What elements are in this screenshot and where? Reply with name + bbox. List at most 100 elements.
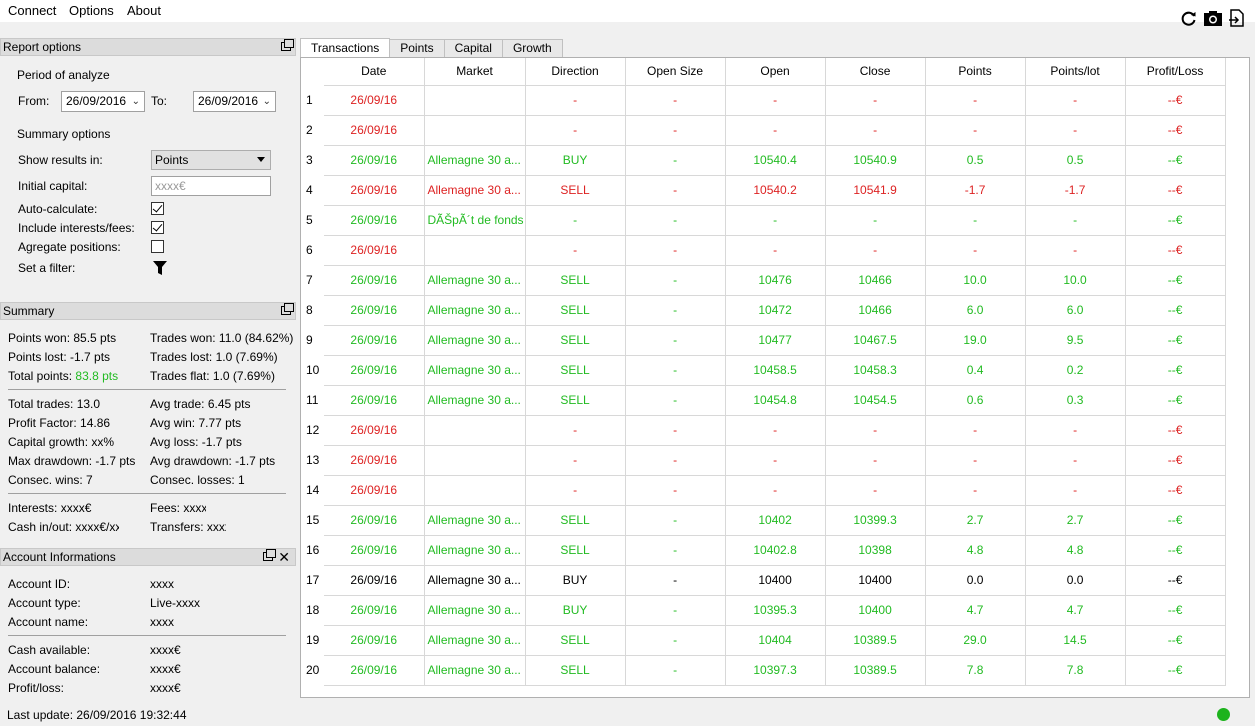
divider <box>8 389 286 390</box>
table-cell: 0.6 <box>925 385 1026 416</box>
cash-available-value: xxxx€ <box>150 643 181 657</box>
column-header[interactable]: Market <box>424 58 526 86</box>
table-cell: - <box>625 655 726 686</box>
menu-options[interactable]: Options <box>69 3 114 18</box>
table-row[interactable]: 26/09/16 Allemagne 30 a... SELL -10540.2 105… <box>324 175 1226 206</box>
table-cell: - <box>825 115 926 146</box>
menu-about[interactable]: About <box>127 3 161 18</box>
table-cell: SELL <box>525 355 626 386</box>
table-cell: - <box>925 85 1026 116</box>
column-header[interactable]: Open Size <box>625 58 726 86</box>
menu-connect[interactable]: Connect <box>8 3 56 18</box>
summary-options-label: Summary options <box>17 127 111 141</box>
float-icon[interactable] <box>281 303 294 315</box>
table-row[interactable]: 26/09/16 Allemagne 30 a... SELL -10402 10399… <box>324 505 1226 536</box>
table-cell: 10540.9 <box>825 145 926 176</box>
row-number-column: 1 2 3 4 5 6 7 8 9 10 11 12 13 14 15 16 17 18 19 20 <box>301 58 325 697</box>
table-row[interactable]: 26/09/16 Allemagne 30 a... SELL -10472 10466… <box>324 295 1226 326</box>
table-cell: - <box>925 235 1026 266</box>
dropdown-arrow-icon <box>257 157 265 162</box>
table-cell: 10477 <box>725 325 826 356</box>
column-header[interactable]: Date <box>324 58 425 86</box>
table-row[interactable]: 26/09/16 DÃŠpÃ´t de fonds - - - - - - --€ <box>324 205 1226 236</box>
float-icon[interactable] <box>263 549 276 561</box>
row-number: 12 <box>306 423 320 437</box>
table-row[interactable]: 26/09/16- - - - - - --€ <box>324 235 1226 266</box>
table-cell: 26/09/16 <box>324 325 425 356</box>
from-date-input[interactable]: 26/09/2016 ⌄ <box>61 91 145 112</box>
table-row[interactable]: 26/09/16- - - - - - --€ <box>324 445 1226 476</box>
table-row[interactable]: 26/09/16 Allemagne 30 a... BUY -10395.3 1040… <box>324 595 1226 626</box>
auto-calc-checkbox[interactable] <box>151 202 164 215</box>
tab-growth[interactable]: Growth <box>501 39 563 58</box>
column-header[interactable]: Close <box>825 58 926 86</box>
aggregate-checkbox[interactable] <box>151 240 164 253</box>
table-cell: --€ <box>1125 205 1226 236</box>
table-row[interactable]: 26/09/16 Allemagne 30 a... SELL -10402.8 103… <box>324 535 1226 566</box>
table-row[interactable]: 26/09/16- - - - - - --€ <box>324 475 1226 506</box>
table-cell: Allemagne 30 a... <box>424 595 526 626</box>
table-cell: 10395.3 <box>725 595 826 626</box>
include-fees-checkbox[interactable] <box>151 221 164 234</box>
table-cell <box>424 475 526 506</box>
table-cell: BUY <box>525 595 626 626</box>
table-row[interactable]: 26/09/16- - - - - - --€ <box>324 415 1226 446</box>
table-cell: DÃŠpÃ´t de fonds <box>424 205 526 236</box>
refresh-icon[interactable] <box>1179 8 1199 28</box>
table-cell: Allemagne 30 a... <box>424 385 526 416</box>
to-date-input[interactable]: 26/09/2016 ⌄ <box>193 91 276 112</box>
show-results-select[interactable]: Points <box>151 150 271 170</box>
close-icon[interactable]: ✕ <box>278 549 290 565</box>
table-row[interactable]: 26/09/16 Allemagne 30 a... SELL -10458.5 104… <box>324 355 1226 386</box>
table-row[interactable]: 26/09/16 Allemagne 30 a... BUY -10400 10400 0… <box>324 565 1226 596</box>
avg-drawdown: Avg drawdown: -1.7 pts <box>150 454 276 468</box>
table-cell: --€ <box>1125 85 1226 116</box>
table-cell: -1.7 <box>1025 175 1126 206</box>
tab-capital[interactable]: Capital <box>443 39 503 58</box>
table-row[interactable]: 26/09/16 Allemagne 30 a... SELL -10404 10389… <box>324 625 1226 656</box>
tab-transactions[interactable]: Transactions <box>300 38 391 58</box>
row-number: 15 <box>306 513 320 527</box>
table-cell: - <box>825 205 926 236</box>
column-header[interactable]: Open <box>725 58 826 86</box>
profit-loss-value: xxxx€ <box>150 681 181 695</box>
table-row[interactable]: 26/09/16 Allemagne 30 a... BUY -10540.4 1054… <box>324 145 1226 176</box>
table-cell: 9.5 <box>1025 325 1126 356</box>
avg-win: Avg win: 7.77 pts <box>150 416 242 430</box>
transfers: Transfers: xxxx€ <box>150 520 226 534</box>
float-icon[interactable] <box>281 39 294 51</box>
table-cell: - <box>1025 115 1126 146</box>
column-header[interactable]: Direction <box>525 58 626 86</box>
filter-icon[interactable] <box>152 260 168 279</box>
table-cell: - <box>625 295 726 326</box>
tab-points[interactable]: Points <box>389 39 445 58</box>
trades-won: Trades won: 11.0 (84.62%) <box>150 331 294 345</box>
table-cell: - <box>625 565 726 596</box>
row-number: 17 <box>306 573 320 587</box>
table-row[interactable]: 26/09/16 Allemagne 30 a... SELL -10476 10466… <box>324 265 1226 296</box>
initial-capital-input[interactable]: xxxx€ <box>151 176 271 196</box>
camera-icon[interactable] <box>1203 8 1223 28</box>
table-cell: 26/09/16 <box>324 535 425 566</box>
consec-wins: Consec. wins: 7 <box>8 473 93 487</box>
column-header[interactable]: Points/lot <box>1025 58 1126 86</box>
table-cell: 10467.5 <box>825 325 926 356</box>
table-row[interactable]: 26/09/16 Allemagne 30 a... SELL -10397.3 103… <box>324 655 1226 686</box>
table-row[interactable]: 26/09/16- - - - - - --€ <box>324 115 1226 146</box>
table-row[interactable]: 26/09/16 Allemagne 30 a... SELL -10477 10467… <box>324 325 1226 356</box>
column-header[interactable]: Profit/Loss <box>1125 58 1226 86</box>
column-header[interactable]: Points <box>925 58 1026 86</box>
table-cell: SELL <box>525 505 626 536</box>
summary-title: Summary <box>0 302 296 320</box>
table-row[interactable]: 26/09/16 Allemagne 30 a... SELL -10454.8 104… <box>324 385 1226 416</box>
max-drawdown: Max drawdown: -1.7 pts <box>8 454 136 468</box>
table-cell: - <box>625 85 726 116</box>
row-number: 19 <box>306 633 320 647</box>
export-icon[interactable] <box>1227 8 1247 28</box>
table-row[interactable]: 26/09/16- - - - - - --€ <box>324 85 1226 116</box>
table-cell: 26/09/16 <box>324 115 425 146</box>
from-label: From: <box>18 94 50 108</box>
table-cell: Allemagne 30 a... <box>424 655 526 686</box>
table-cell: 26/09/16 <box>324 505 425 536</box>
period-label: Period of analyze <box>17 68 110 82</box>
